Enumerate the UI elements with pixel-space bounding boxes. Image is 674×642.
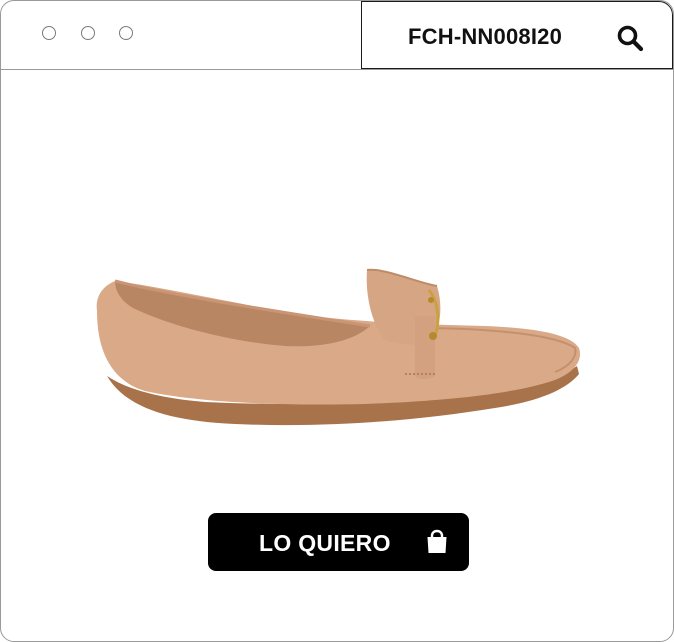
- window-dot-1[interactable]: [42, 26, 56, 40]
- product-image: [96, 268, 580, 426]
- search-bar[interactable]: FCH-NN008I20: [361, 1, 673, 69]
- window-dot-2[interactable]: [81, 26, 95, 40]
- shopping-bag-icon: [427, 529, 447, 553]
- title-bar: FCH-NN008I20: [1, 1, 673, 70]
- app-window: FCH-NN008I20 LO QUIERO: [0, 0, 674, 642]
- search-query-text[interactable]: FCH-NN008I20: [408, 24, 562, 50]
- cta-label: LO QUIERO: [259, 530, 391, 556]
- search-icon[interactable]: [616, 24, 644, 52]
- window-dot-3[interactable]: [119, 26, 133, 40]
- lo-quiero-button[interactable]: LO QUIERO: [208, 513, 469, 571]
